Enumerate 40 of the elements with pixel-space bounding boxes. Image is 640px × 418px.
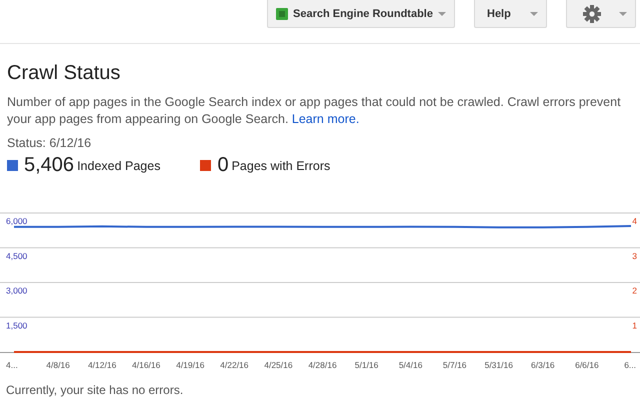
caret-icon bbox=[438, 12, 446, 16]
learn-more-link[interactable]: Learn more. bbox=[292, 112, 360, 126]
axis-label: 4/12/16 bbox=[88, 360, 116, 370]
axis-label: 5/7/16 bbox=[442, 360, 467, 370]
axis-label: 4/22/16 bbox=[220, 360, 249, 370]
axis-label: 5/4/16 bbox=[398, 360, 422, 370]
caret-icon bbox=[619, 12, 627, 16]
axis-label: 4,500 bbox=[6, 250, 28, 261]
axis-label: 3,000 bbox=[6, 286, 28, 296]
legend-count: 5,406 bbox=[24, 154, 74, 177]
settings-icon bbox=[583, 4, 601, 22]
page-title: Crawl Status bbox=[7, 62, 122, 85]
axis-label: 5/1/16 bbox=[354, 360, 378, 370]
description-text: Number of app pages in the Google Search index or app pages that could not be crawled. Crawl errors prevent your app pages from appearing on Google Search. Learn more. bbox=[7, 94, 622, 128]
axis-label: 6/3/16 bbox=[531, 360, 555, 370]
legend-label: Indexed Pages bbox=[77, 158, 160, 172]
axis-label: 4 bbox=[632, 216, 637, 226]
axis-label: 4/28/16 bbox=[308, 360, 337, 370]
axis-label: 6,000 bbox=[6, 216, 28, 226]
site-logo-icon bbox=[276, 8, 288, 20]
axis-label: 1,500 bbox=[6, 320, 28, 330]
axis-label: 4/19/16 bbox=[176, 360, 204, 370]
help-button[interactable]: Help bbox=[474, 0, 547, 28]
status-message: Currently, your site has no errors. bbox=[5, 382, 184, 399]
axis-label: 6... bbox=[624, 360, 636, 370]
axis-label: 5/31/16 bbox=[484, 360, 513, 370]
axis-label: 4/8/16 bbox=[46, 360, 70, 370]
axis-label: 1 bbox=[632, 320, 637, 330]
status-date: Status: 6/12/16 bbox=[7, 136, 92, 150]
legend-label: Pages with Errors bbox=[232, 158, 330, 172]
caret-icon bbox=[530, 12, 538, 16]
axis-label: 4/16/16 bbox=[132, 360, 160, 370]
axis-label: 3 bbox=[632, 250, 637, 261]
axis-label: 6/6/16 bbox=[575, 360, 599, 370]
axis-label: 4/25/16 bbox=[264, 360, 293, 370]
legend-count: 0 bbox=[217, 154, 229, 177]
axis-label: 4... bbox=[6, 360, 18, 370]
settings-button[interactable] bbox=[566, 0, 636, 28]
axis-label: 2 bbox=[632, 286, 637, 296]
site-button[interactable]: Search Engine Roundtable bbox=[267, 0, 455, 28]
